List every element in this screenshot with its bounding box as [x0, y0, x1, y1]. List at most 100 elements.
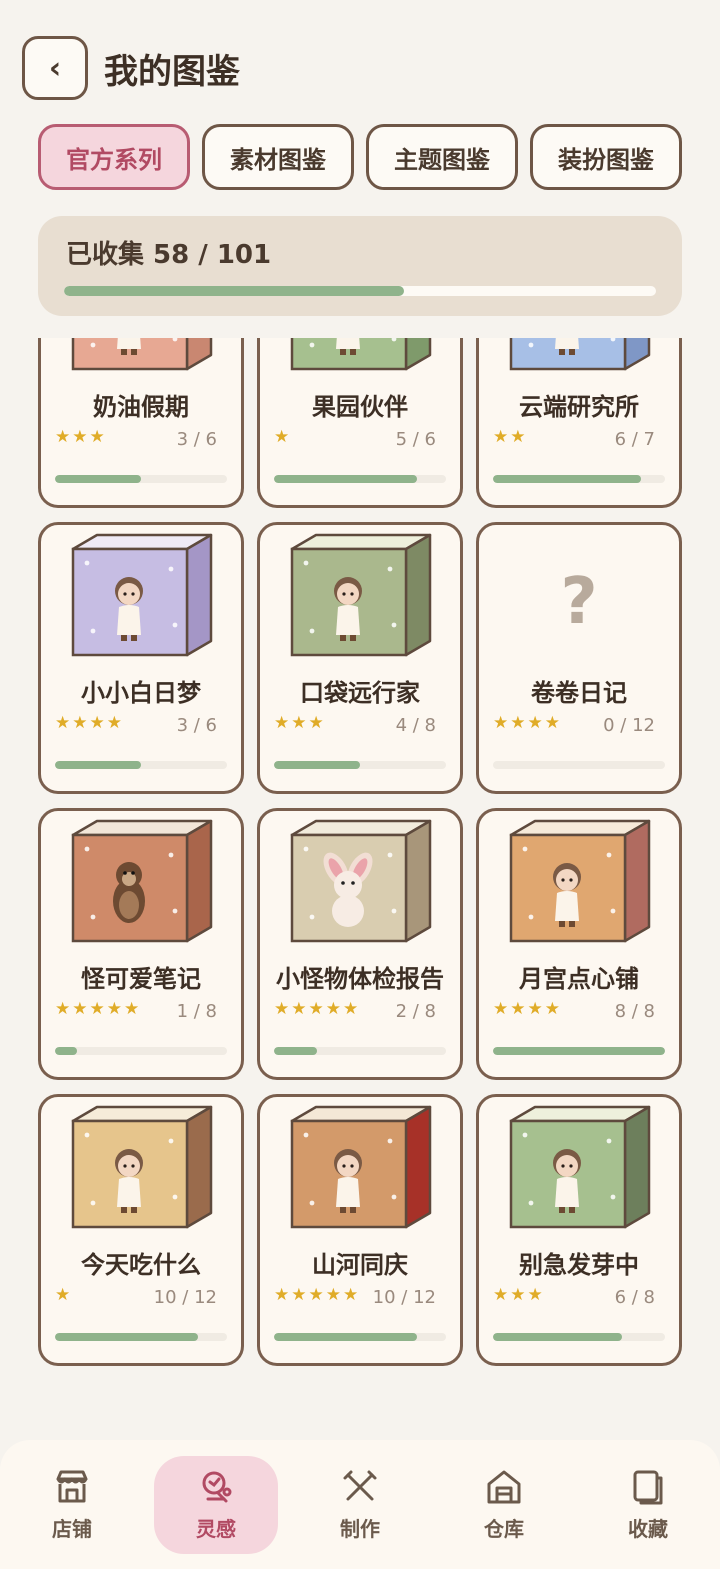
- series-card[interactable]: 怪可爱笔记 ★★★★★ 1 / 8: [38, 808, 244, 1080]
- series-card[interactable]: 别急发芽中 ★★★ 6 / 8: [476, 1094, 682, 1366]
- series-box-image: [290, 533, 434, 663]
- series-card[interactable]: 云端研究所 ★★ 6 / 7: [476, 338, 682, 508]
- nav-collection-label: 收藏: [628, 1517, 668, 1541]
- series-title: 云端研究所: [519, 393, 639, 421]
- collected-count: 5 / 6: [395, 429, 436, 450]
- series-progress-bar: [493, 475, 665, 483]
- series-grid: 奶油假期 ★★★ 3 / 6 果园伙伴 ★ 5 / 6 云端研究所 ★★ 6 / 7 小小白日梦 ★…: [38, 338, 682, 1366]
- tab-official-series[interactable]: 官方系列: [38, 124, 190, 190]
- series-progress-fill: [55, 761, 141, 769]
- nav-inspiration-label: 灵感: [196, 1517, 236, 1541]
- series-progress-fill: [55, 1333, 198, 1341]
- series-progress-fill: [274, 761, 360, 769]
- series-grid-scroll[interactable]: 奶油假期 ★★★ 3 / 6 果园伙伴 ★ 5 / 6 云端研究所 ★★ 6 / 7 小小白日梦 ★…: [0, 338, 720, 1410]
- series-title: 口袋远行家: [300, 679, 420, 707]
- inspiration-icon: [196, 1467, 236, 1507]
- series-card[interactable]: 小怪物体检报告 ★★★★★ 2 / 8: [257, 808, 463, 1080]
- series-progress-bar: [493, 761, 665, 769]
- star-rating: ★★★: [55, 427, 107, 447]
- collected-count: 6 / 8: [614, 1287, 655, 1308]
- nav-store-label: 店铺: [52, 1517, 92, 1541]
- nav-store[interactable]: 店铺: [10, 1456, 134, 1554]
- collected-count: 3 / 6: [176, 715, 217, 736]
- collection-progress-label: 已收集 58 / 101: [66, 240, 272, 270]
- collection-progress-track: [64, 286, 656, 296]
- series-title: 月宫点心铺: [519, 965, 639, 993]
- series-box-image: [509, 819, 653, 949]
- tab-outfit-catalog[interactable]: 装扮图鉴: [530, 124, 682, 190]
- series-title: 果园伙伴: [312, 393, 408, 421]
- nav-inspiration[interactable]: 灵感: [154, 1455, 278, 1554]
- bottom-nav: 店铺 灵感 制作 仓库 收藏: [0, 1440, 720, 1569]
- series-box-image: [290, 338, 434, 377]
- collection-progress-card: 已收集 58 / 101: [38, 216, 682, 316]
- series-progress-fill: [274, 1333, 417, 1341]
- collected-count: 3 / 6: [176, 429, 217, 450]
- series-progress-fill: [55, 1047, 77, 1055]
- craft-tools-icon: [340, 1467, 380, 1507]
- collected-count: 0 / 12: [603, 715, 655, 736]
- series-card[interactable]: 山河同庆 ★★★★★ 10 / 12: [257, 1094, 463, 1366]
- series-card[interactable]: 奶油假期 ★★★ 3 / 6: [38, 338, 244, 508]
- series-progress-bar: [274, 1047, 446, 1055]
- series-card[interactable]: 今天吃什么 ★ 10 / 12: [38, 1094, 244, 1366]
- series-title: 别急发芽中: [519, 1251, 639, 1279]
- back-button[interactable]: ‹: [22, 36, 88, 100]
- nav-warehouse[interactable]: 仓库: [442, 1456, 566, 1554]
- series-card[interactable]: 小小白日梦 ★★★★ 3 / 6: [38, 522, 244, 794]
- series-box-image: [509, 338, 653, 377]
- star-rating: ★★★★★: [274, 999, 361, 1019]
- star-rating: ★★★: [274, 713, 326, 733]
- series-box-image: [71, 1105, 215, 1235]
- series-title: 奶油假期: [93, 393, 189, 421]
- series-box-image: [71, 533, 215, 663]
- series-title: 怪可爱笔记: [81, 965, 201, 993]
- series-title: 小怪物体检报告: [276, 965, 444, 993]
- series-progress-fill: [493, 1333, 622, 1341]
- star-rating: ★★★★★: [55, 999, 142, 1019]
- series-progress-bar: [55, 761, 227, 769]
- series-progress-fill: [274, 1047, 317, 1055]
- collected-count: 6 / 7: [614, 429, 655, 450]
- collected-count: 8 / 8: [614, 1001, 655, 1022]
- tab-material-catalog[interactable]: 素材图鉴: [202, 124, 354, 190]
- collected-count: 2 / 8: [395, 1001, 436, 1022]
- nav-craft[interactable]: 制作: [298, 1456, 422, 1554]
- warehouse-icon: [484, 1467, 524, 1507]
- series-box-image: [290, 1105, 434, 1235]
- series-box-image: [71, 338, 215, 377]
- collected-count: 10 / 12: [372, 1287, 436, 1308]
- series-progress-bar: [274, 761, 446, 769]
- series-progress-bar: [274, 475, 446, 483]
- collection-progress-fill: [64, 286, 404, 296]
- series-progress-bar: [55, 1047, 227, 1055]
- star-rating: ★★: [493, 427, 528, 447]
- series-card[interactable]: 口袋远行家 ★★★ 4 / 8: [257, 522, 463, 794]
- series-progress-fill: [493, 1047, 665, 1055]
- series-title: 卷卷日记: [531, 679, 627, 707]
- star-rating: ★: [55, 1285, 73, 1305]
- series-title: 小小白日梦: [81, 679, 201, 707]
- collected-count: 1 / 8: [176, 1001, 217, 1022]
- nav-warehouse-label: 仓库: [484, 1517, 524, 1541]
- nav-collection[interactable]: 收藏: [586, 1456, 710, 1554]
- series-progress-fill: [55, 475, 141, 483]
- collection-icon: [628, 1467, 668, 1507]
- question-mark-icon: ?: [560, 565, 598, 639]
- series-card[interactable]: 月宫点心铺 ★★★★ 8 / 8: [476, 808, 682, 1080]
- series-box-image: [290, 819, 434, 949]
- series-progress-bar: [493, 1047, 665, 1055]
- star-rating: ★★★★: [493, 713, 562, 733]
- series-progress-bar: [55, 475, 227, 483]
- tab-bar: 官方系列 素材图鉴 主题图鉴 装扮图鉴: [38, 124, 688, 192]
- series-progress-fill: [274, 475, 417, 483]
- tab-theme-catalog[interactable]: 主题图鉴: [366, 124, 518, 190]
- series-card[interactable]: 果园伙伴 ★ 5 / 6: [257, 338, 463, 508]
- series-progress-bar: [55, 1333, 227, 1341]
- star-rating: ★: [274, 427, 292, 447]
- series-title: 山河同庆: [312, 1251, 408, 1279]
- page-title: 我的图鉴: [104, 52, 240, 92]
- series-box-image: [71, 819, 215, 949]
- collected-count: 10 / 12: [153, 1287, 217, 1308]
- series-card[interactable]: ? 卷卷日记 ★★★★ 0 / 12: [476, 522, 682, 794]
